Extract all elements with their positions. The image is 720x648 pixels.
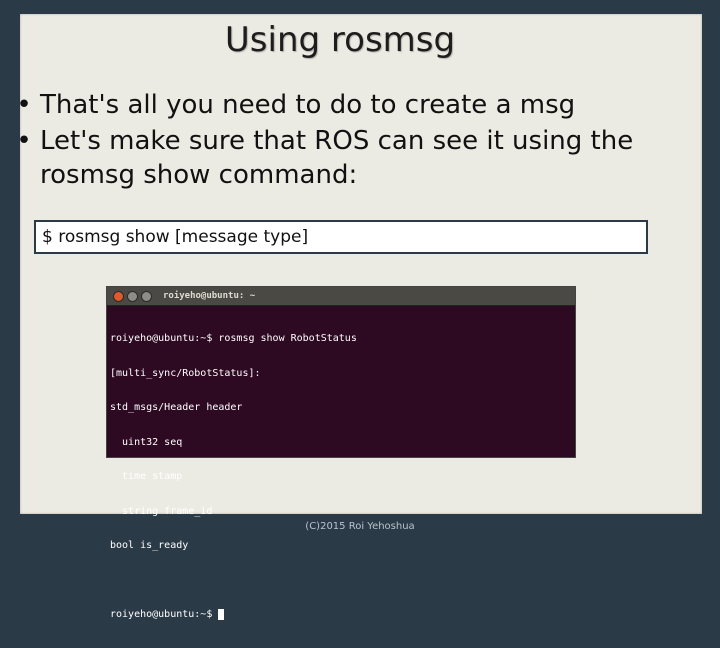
close-icon[interactable] — [113, 290, 124, 302]
bullet-item: • Let's make sure that ROS can see it us… — [8, 124, 668, 192]
terminal-line: [multi_sync/RobotStatus]: — [110, 367, 261, 379]
terminal-titlebar[interactable]: roiyeho@ubuntu: ~ — [107, 287, 575, 306]
footer-copyright: (C)2015 Roi Yehoshua — [305, 521, 415, 532]
terminal-title: roiyeho@ubuntu: ~ — [163, 291, 256, 301]
terminal-output[interactable]: roiyeho@ubuntu:~$ rosmsg show RobotStatu… — [107, 306, 575, 648]
terminal-window[interactable]: roiyeho@ubuntu: ~ roiyeho@ubuntu:~$ rosm… — [106, 286, 576, 620]
cursor-icon — [218, 609, 225, 620]
terminal-line: std_msgs/Header header — [110, 402, 243, 413]
slide-title: Using rosmsg — [224, 20, 456, 60]
bullet-dot: • — [16, 126, 32, 156]
terminal-line: uint32 seq — [110, 436, 183, 448]
bullet-text: That's all you need to do to create a ms… — [40, 90, 576, 120]
minimize-icon[interactable] — [127, 290, 138, 302]
terminal-prompt-line: roiyeho@ubuntu:~$ — [110, 609, 572, 621]
terminal-line: bool is_ready — [110, 540, 189, 551]
bullet-list: • That's all you need to do to create a … — [8, 88, 668, 194]
terminal-prompt: roiyeho@ubuntu:~$ — [110, 609, 219, 620]
bullet-item: • That's all you need to do to create a … — [8, 88, 668, 122]
terminal-line: string frame_id — [110, 505, 213, 517]
bullet-dot: • — [16, 90, 32, 120]
maximize-icon[interactable] — [141, 290, 152, 302]
command-box: $ rosmsg show [message type] — [34, 220, 648, 254]
terminal-line: time stamp — [110, 471, 183, 482]
terminal-line: roiyeho@ubuntu:~$ rosmsg show RobotStatu… — [110, 333, 357, 344]
bullet-text: Let's make sure that ROS can see it usin… — [40, 126, 634, 190]
